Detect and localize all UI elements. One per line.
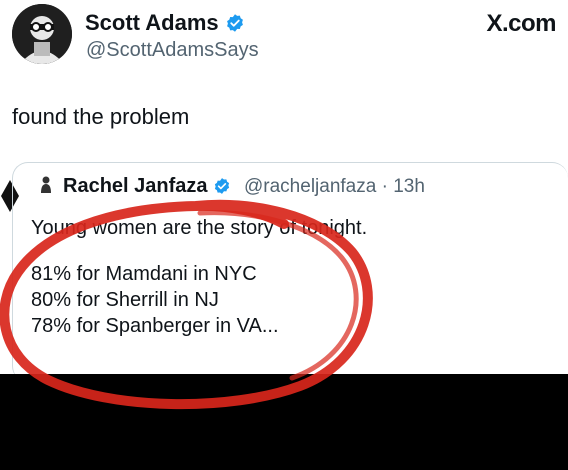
- quote-timestamp[interactable]: 13h: [393, 176, 425, 197]
- quote-author-name[interactable]: Rachel Janfaza: [63, 174, 231, 198]
- x-brand-logo: X.com: [486, 10, 556, 37]
- quote-spacer: [31, 241, 367, 261]
- author-name[interactable]: Scott Adams: [85, 10, 245, 36]
- quote-author-name-text[interactable]: Rachel Janfaza: [63, 174, 208, 198]
- avatar-icon: [12, 4, 72, 64]
- quote-line-headline: Young women are the story of tonight.: [31, 217, 368, 239]
- bottom-black-bar: [0, 374, 568, 470]
- author-avatar[interactable]: [12, 4, 72, 64]
- author-handle[interactable]: @ScottAdamsSays: [86, 38, 259, 62]
- verified-badge-icon: [226, 14, 243, 32]
- author-name-text[interactable]: Scott Adams: [85, 10, 219, 36]
- quote-verified-badge-icon: [214, 178, 229, 194]
- quote-separator: ·: [381, 176, 388, 197]
- tweet-text: found the problem: [12, 104, 190, 129]
- quote-line-stat: 81% for Mamdani in NYC: [31, 263, 257, 285]
- quote-body: Young women are the story of tonight. 81…: [31, 215, 367, 339]
- quote-line-stat: 80% for Sherrill in NJ: [31, 289, 219, 311]
- quoted-tweet[interactable]: Rachel Janfaza @racheljanfaza · 13h Youn…: [12, 162, 568, 382]
- quote-author-handle[interactable]: @racheljanfaza: [244, 176, 376, 197]
- quote-author-avatar-icon[interactable]: [37, 175, 55, 193]
- quote-meta: @racheljanfaza · 13h: [244, 175, 425, 199]
- quote-line-stat: 78% for Spanberger in VA...: [31, 315, 279, 337]
